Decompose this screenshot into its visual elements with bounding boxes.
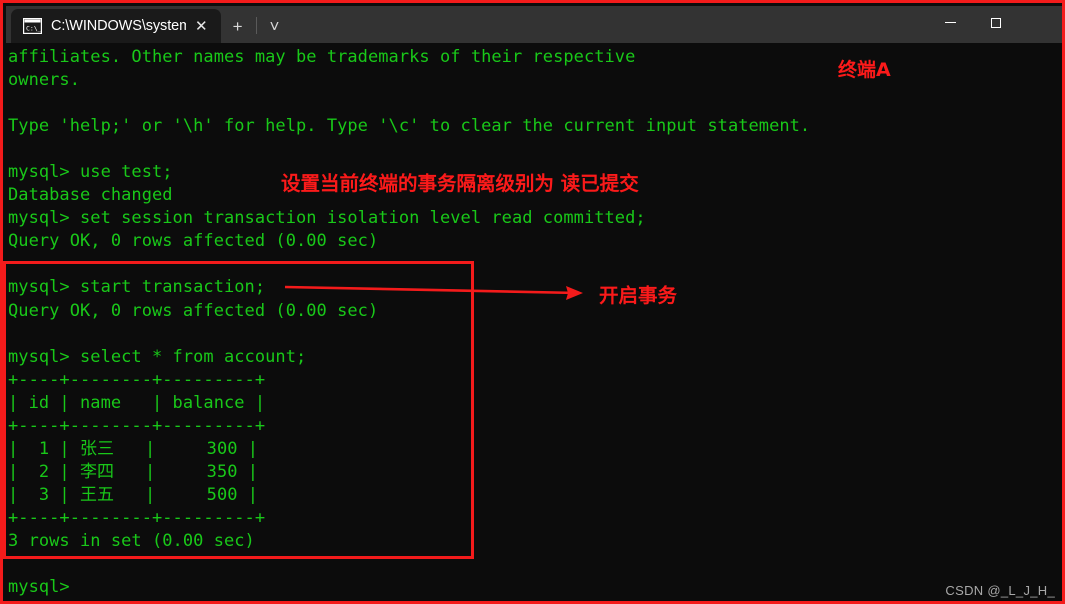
console-line: mysql> select * from account; (8, 346, 307, 367)
new-tab-button[interactable]: + (221, 9, 255, 43)
close-icon[interactable]: ✕ (188, 15, 215, 38)
console-line: Database changed (8, 185, 173, 206)
console-icon: C:\_ (22, 17, 43, 35)
console-line: | 3 | 王五 | 500 | (8, 484, 259, 505)
maximize-icon (991, 17, 1001, 28)
maximize-button[interactable] (973, 6, 1019, 39)
title-bar: C:\_ C:\WINDOWS\system32 ✕ + ˅ (6, 6, 1062, 43)
tab-strip: C:\_ C:\WINDOWS\system32 ✕ + ˅ (6, 6, 291, 43)
minimize-button[interactable] (927, 6, 973, 39)
console-line: | id | name | balance | (8, 392, 266, 413)
console-line: Query OK, 0 rows affected (0.00 sec) (8, 231, 379, 252)
console-line: | 2 | 李四 | 350 | (8, 461, 259, 482)
tab-title: C:\WINDOWS\system32 (51, 18, 186, 34)
tab-divider (255, 17, 257, 34)
close-window-button[interactable] (1019, 6, 1062, 39)
console-line: owners. (8, 70, 80, 91)
console-line: Query OK, 0 rows affected (0.00 sec) (8, 300, 379, 321)
console-line: | 1 | 张三 | 300 | (8, 438, 259, 459)
console-line: +----+--------+---------+ (8, 369, 266, 390)
terminal-window: C:\_ C:\WINDOWS\system32 ✕ + ˅ affiliat (0, 0, 1065, 604)
console-line: mysql> set session transaction isolation… (8, 208, 646, 229)
chevron-down-icon[interactable]: ˅ (258, 9, 292, 43)
minimize-icon (944, 22, 956, 23)
console-line: affiliates. Other names may be trademark… (8, 47, 636, 67)
console-line: Type 'help;' or '\h' for help. Type '\c'… (8, 116, 811, 137)
watermark: CSDN @_L_J_H_ (945, 583, 1055, 598)
tab-system32[interactable]: C:\_ C:\WINDOWS\system32 ✕ (11, 9, 221, 43)
console-line: mysql> use test; (8, 162, 173, 183)
svg-text:C:\_: C:\_ (26, 25, 42, 33)
console-line: 3 rows in set (0.00 sec) (8, 530, 255, 551)
console-line: +----+--------+---------+ (8, 415, 266, 436)
console-line: mysql> (8, 577, 80, 598)
caption-buttons (927, 6, 1062, 43)
console-line: mysql> start transaction; (8, 277, 266, 298)
console-text: affiliates. Other names may be trademark… (8, 46, 810, 599)
console-output-area[interactable]: affiliates. Other names may be trademark… (6, 43, 1062, 601)
console-line: +----+--------+---------+ (8, 507, 266, 528)
